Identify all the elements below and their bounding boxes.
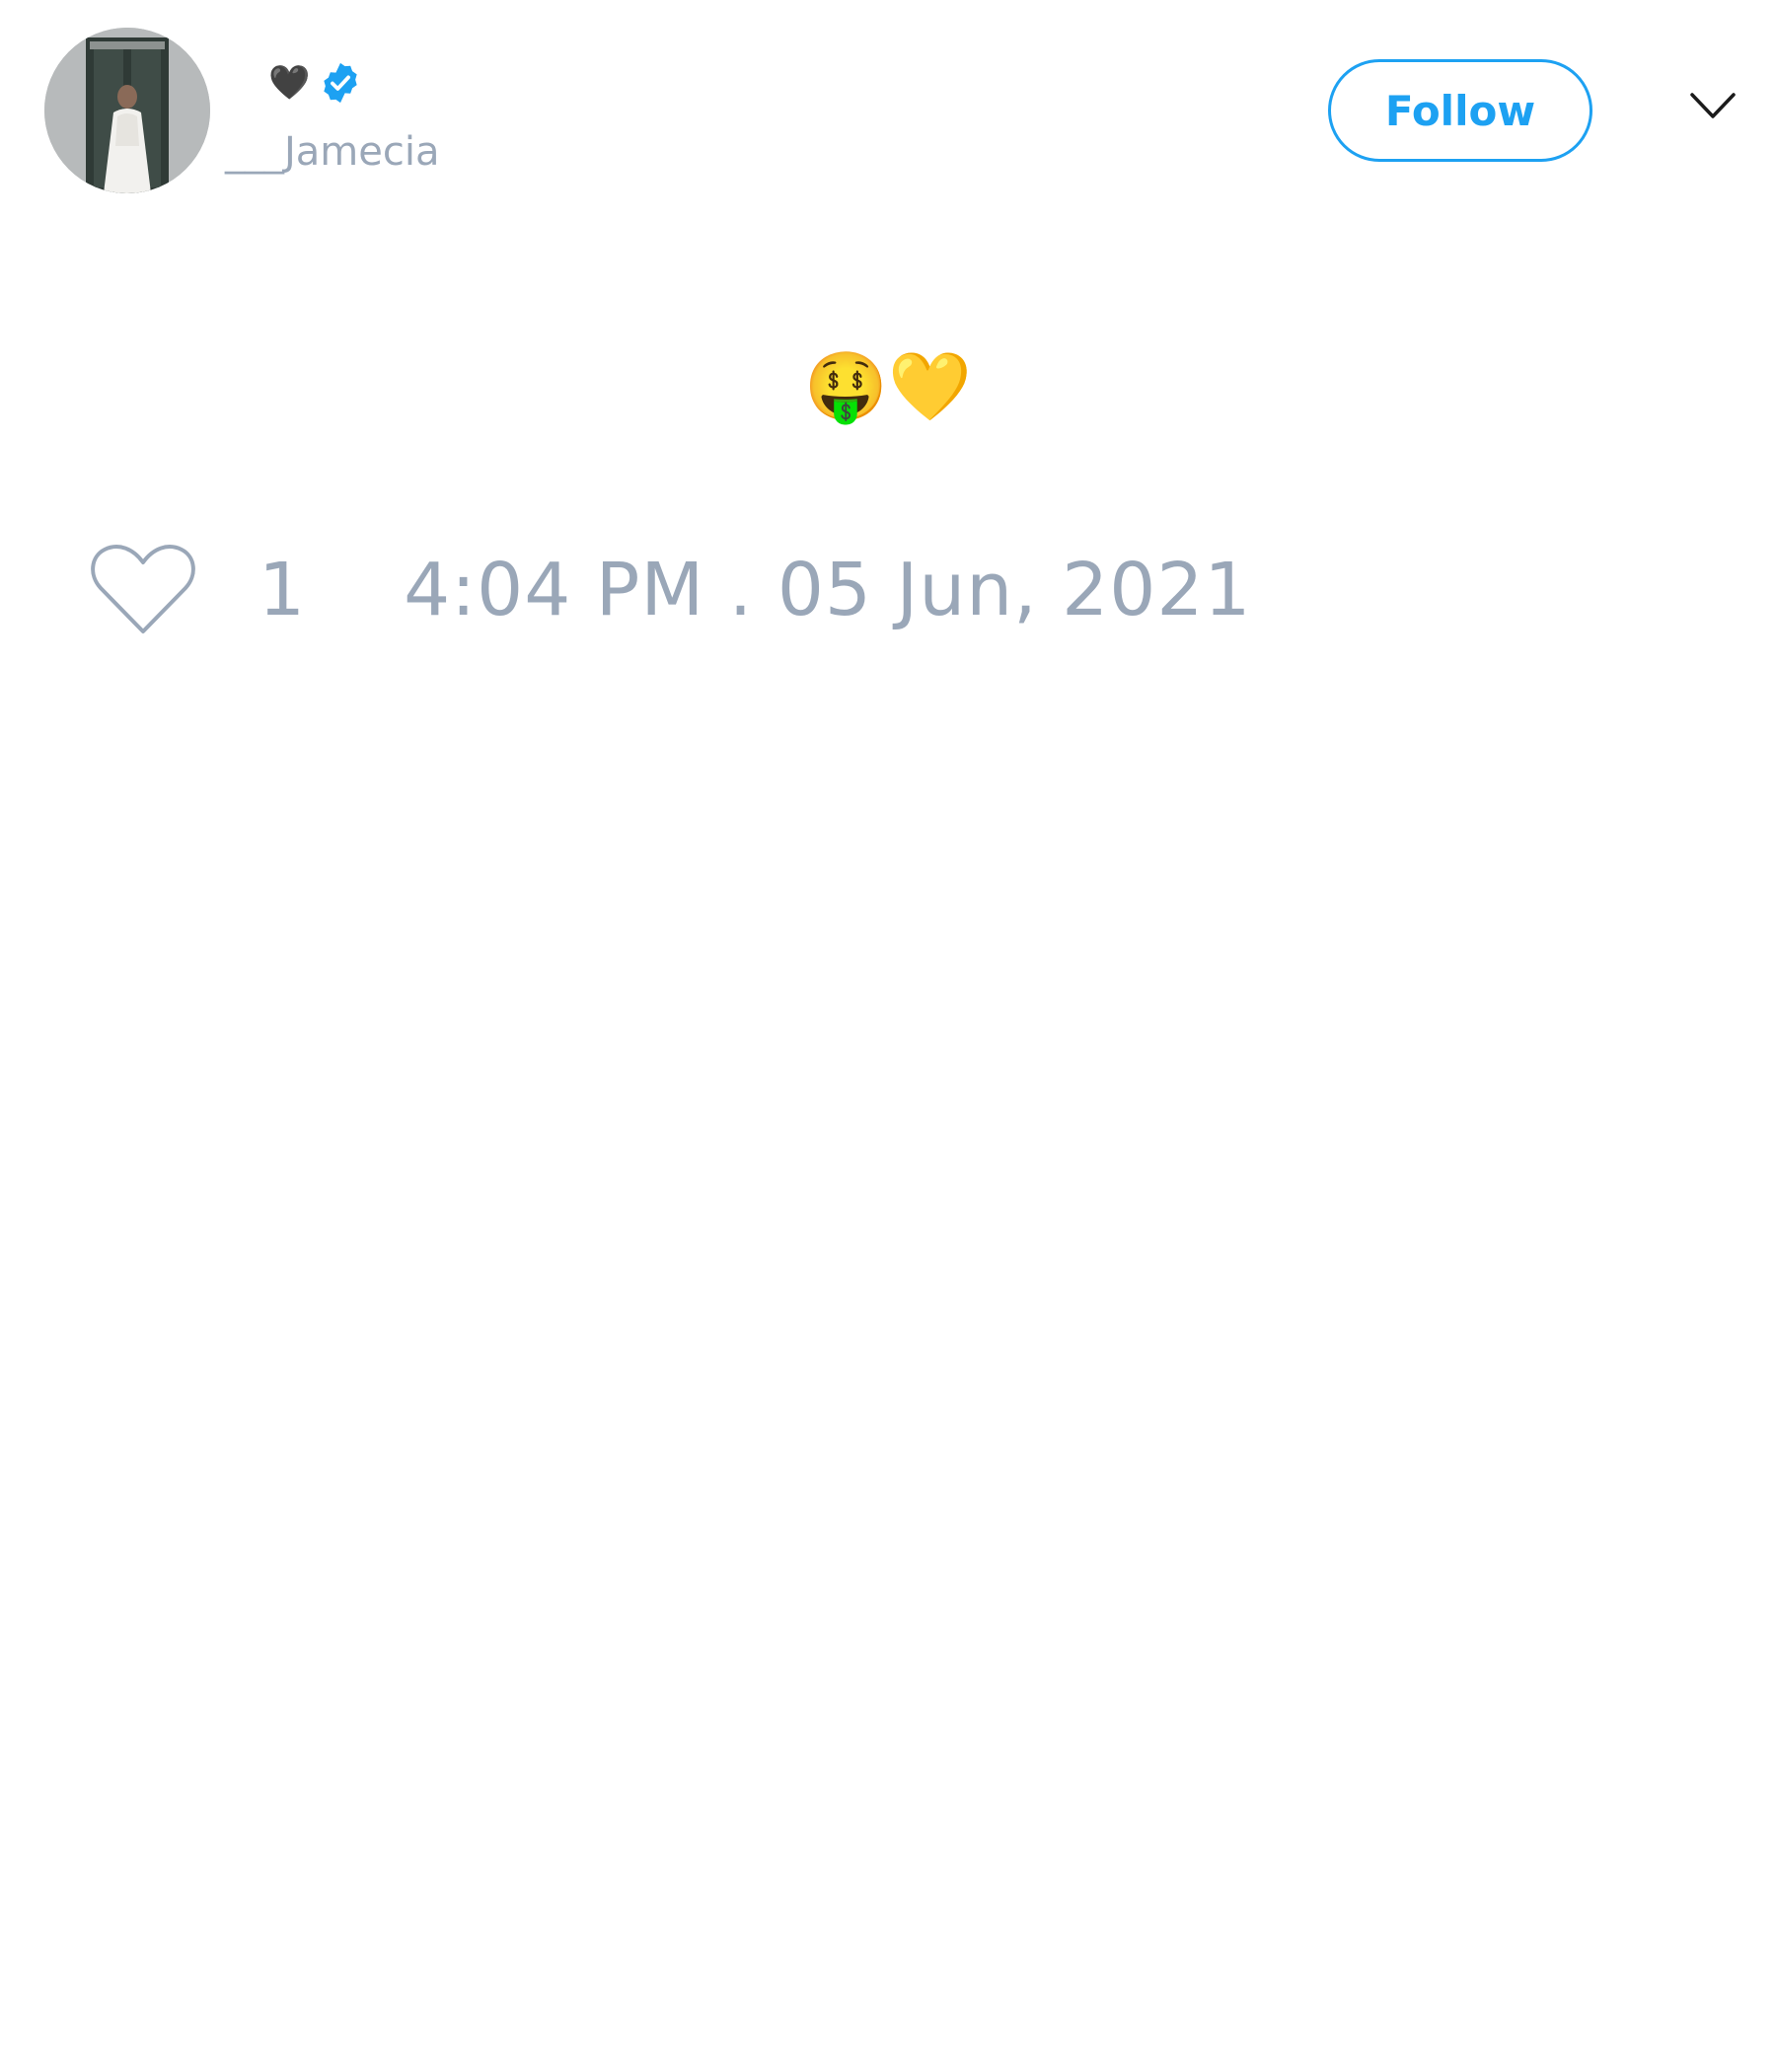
avatar[interactable] xyxy=(44,28,210,193)
tweet-timestamp[interactable]: 4:04 PM . 05 Jun, 2021 xyxy=(404,541,1251,639)
tweet-text: 🤑💛 xyxy=(804,348,972,426)
follow-button[interactable]: Follow xyxy=(1328,59,1592,162)
display-name-emoji: 🖤 xyxy=(268,63,311,103)
chevron-down-icon[interactable] xyxy=(1689,91,1737,120)
display-name[interactable]: 🖤 xyxy=(268,57,363,109)
like-count: 1 xyxy=(259,548,306,632)
heart-outline-icon[interactable] xyxy=(89,541,197,639)
tweet-footer: 1 4:04 PM . 05 Jun, 2021 xyxy=(89,541,1252,639)
verified-badge-icon xyxy=(324,62,358,104)
user-handle[interactable]: ___Jamecia xyxy=(225,126,440,178)
